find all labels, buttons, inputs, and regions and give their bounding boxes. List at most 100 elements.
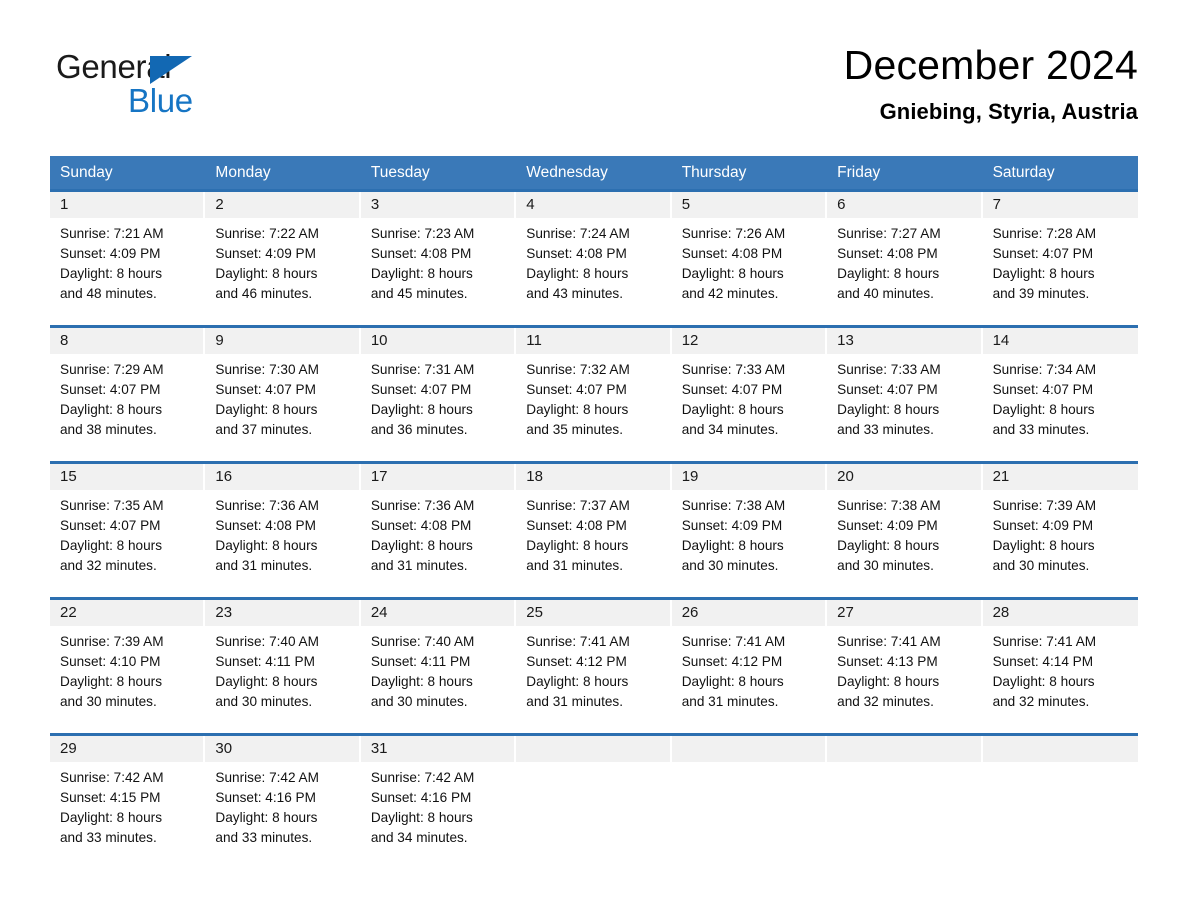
- sunrise-text: Sunrise: 7:23 AM: [370, 226, 475, 241]
- daylight-text-line2: and 31 minutes.: [215, 558, 313, 573]
- day-number[interactable]: 26: [671, 600, 826, 626]
- sunset-text: Sunset: 4:12 PM: [526, 654, 627, 669]
- day-number[interactable]: 21: [982, 464, 1138, 490]
- day-number[interactable]: 5: [671, 192, 826, 218]
- sunrise-text: Sunrise: 7:30 AM: [215, 362, 319, 377]
- day-number[interactable]: 24: [360, 600, 515, 626]
- daylight-text-line2: and 30 minutes.: [837, 558, 934, 573]
- sunset-text: Sunset: 4:07 PM: [837, 382, 938, 397]
- sunrise-text: Sunrise: 7:24 AM: [526, 226, 630, 241]
- sunset-text: Sunset: 4:09 PM: [837, 518, 938, 533]
- day-number[interactable]: 15: [50, 464, 204, 490]
- day-number-band: 1 2 3 4 5 6 7: [50, 192, 1138, 218]
- daylight-text-line2: and 31 minutes.: [370, 558, 468, 573]
- day-number[interactable]: 20: [827, 464, 981, 490]
- day-number[interactable]: 17: [360, 464, 515, 490]
- day-number[interactable]: 30: [205, 736, 359, 762]
- day-number[interactable]: 22: [50, 600, 204, 626]
- day-number[interactable]: 23: [205, 600, 359, 626]
- day-cell: Sunrise: 7:37 AM Sunset: 4:08 PM Dayligh…: [516, 490, 671, 582]
- daylight-text-line2: and 42 minutes.: [681, 286, 779, 301]
- day-cell: Sunrise: 7:36 AM Sunset: 4:08 PM Dayligh…: [361, 490, 516, 582]
- day-number[interactable]: 16: [205, 464, 359, 490]
- daylight-text-line2: and 33 minutes.: [992, 422, 1090, 437]
- day-number[interactable]: 8: [50, 328, 204, 354]
- sunset-text: Sunset: 4:08 PM: [215, 518, 316, 533]
- sunset-text: Sunset: 4:09 PM: [992, 518, 1094, 533]
- day-number[interactable]: 13: [827, 328, 981, 354]
- day-number-band: 29 30 31: [50, 736, 1138, 762]
- daylight-text-line1: Daylight: 8 hours: [526, 402, 629, 417]
- sunrise-text: Sunrise: 7:36 AM: [370, 498, 475, 513]
- daylight-text-line2: and 45 minutes.: [370, 286, 468, 301]
- day-number[interactable]: 27: [827, 600, 981, 626]
- day-number[interactable]: 19: [671, 464, 826, 490]
- day-number[interactable]: 14: [982, 328, 1138, 354]
- day-cell: Sunrise: 7:38 AM Sunset: 4:09 PM Dayligh…: [672, 490, 827, 582]
- daylight-text-line1: Daylight: 8 hours: [681, 538, 784, 553]
- day-number[interactable]: 12: [671, 328, 826, 354]
- day-cell: Sunrise: 7:41 AM Sunset: 4:14 PM Dayligh…: [983, 626, 1138, 718]
- sunrise-text: Sunrise: 7:37 AM: [526, 498, 630, 513]
- sunset-text: Sunset: 4:08 PM: [370, 246, 472, 261]
- general-blue-logo: General Blue: [50, 42, 230, 122]
- daylight-text-line1: Daylight: 8 hours: [370, 674, 473, 689]
- day-number[interactable]: 28: [982, 600, 1138, 626]
- sunrise-text: Sunrise: 7:41 AM: [992, 634, 1097, 649]
- sunrise-text: Sunrise: 7:36 AM: [215, 498, 319, 513]
- title-block: December 2024 Gniebing, Styria, Austria: [844, 42, 1138, 125]
- sunset-text: Sunset: 4:07 PM: [370, 382, 472, 397]
- day-number[interactable]: 6: [827, 192, 981, 218]
- daylight-text-line1: Daylight: 8 hours: [526, 674, 629, 689]
- day-number[interactable]: 25: [516, 600, 670, 626]
- week-row: 8 9 10 11 12 13 14 Sunrise: 7:29 AM Suns…: [50, 325, 1138, 446]
- weekday-header-saturday: Saturday: [992, 164, 1055, 181]
- sunrise-text: Sunrise: 7:41 AM: [681, 634, 786, 649]
- day-number[interactable]: 31: [360, 736, 515, 762]
- sunset-text: Sunset: 4:07 PM: [60, 382, 161, 397]
- day-cell-empty: [672, 762, 827, 854]
- day-number[interactable]: 29: [50, 736, 204, 762]
- sunset-text: Sunset: 4:13 PM: [837, 654, 938, 669]
- day-cell: Sunrise: 7:27 AM Sunset: 4:08 PM Dayligh…: [827, 218, 982, 310]
- daylight-text-line2: and 31 minutes.: [681, 694, 779, 709]
- day-detail-row: Sunrise: 7:42 AM Sunset: 4:15 PM Dayligh…: [50, 762, 1138, 854]
- day-number[interactable]: 3: [360, 192, 515, 218]
- sunrise-text: Sunrise: 7:26 AM: [681, 226, 786, 241]
- day-cell: Sunrise: 7:42 AM Sunset: 4:15 PM Dayligh…: [50, 762, 205, 854]
- day-number[interactable]: 7: [982, 192, 1138, 218]
- sunset-text: Sunset: 4:07 PM: [992, 382, 1094, 397]
- daylight-text-line1: Daylight: 8 hours: [837, 402, 940, 417]
- sunset-text: Sunset: 4:12 PM: [681, 654, 783, 669]
- daylight-text-line1: Daylight: 8 hours: [60, 674, 163, 689]
- sunrise-text: Sunrise: 7:34 AM: [992, 362, 1097, 377]
- sunset-text: Sunset: 4:07 PM: [681, 382, 783, 397]
- calendar-grid: Sunday Monday Tuesday Wednesday Thursday…: [50, 156, 1138, 854]
- daylight-text-line1: Daylight: 8 hours: [681, 266, 784, 281]
- daylight-text-line2: and 30 minutes.: [992, 558, 1090, 573]
- day-cell: Sunrise: 7:24 AM Sunset: 4:08 PM Dayligh…: [516, 218, 671, 310]
- day-cell: Sunrise: 7:30 AM Sunset: 4:07 PM Dayligh…: [205, 354, 360, 446]
- day-number[interactable]: 10: [360, 328, 515, 354]
- sunset-text: Sunset: 4:14 PM: [992, 654, 1094, 669]
- sunrise-text: Sunrise: 7:31 AM: [370, 362, 475, 377]
- day-number[interactable]: 9: [205, 328, 359, 354]
- weekday-header-friday: Friday: [837, 164, 881, 181]
- day-number[interactable]: 18: [516, 464, 670, 490]
- sunset-text: Sunset: 4:09 PM: [60, 246, 161, 261]
- sunset-text: Sunset: 4:07 PM: [215, 382, 316, 397]
- day-number[interactable]: 4: [516, 192, 670, 218]
- day-number[interactable]: 11: [516, 328, 670, 354]
- daylight-text-line2: and 32 minutes.: [837, 694, 934, 709]
- day-number[interactable]: 2: [205, 192, 359, 218]
- daylight-text-line2: and 46 minutes.: [215, 286, 313, 301]
- sunrise-text: Sunrise: 7:42 AM: [215, 770, 319, 785]
- day-cell-empty: [983, 762, 1138, 854]
- daylight-text-line1: Daylight: 8 hours: [215, 810, 318, 825]
- day-number-empty: [671, 736, 826, 762]
- day-cell: Sunrise: 7:41 AM Sunset: 4:12 PM Dayligh…: [672, 626, 827, 718]
- location-subtitle: Gniebing, Styria, Austria: [879, 99, 1138, 125]
- daylight-text-line2: and 30 minutes.: [681, 558, 779, 573]
- day-number[interactable]: 1: [50, 192, 204, 218]
- week-row: 22 23 24 25 26 27 28 Sunrise: 7:39 AM Su…: [50, 597, 1138, 718]
